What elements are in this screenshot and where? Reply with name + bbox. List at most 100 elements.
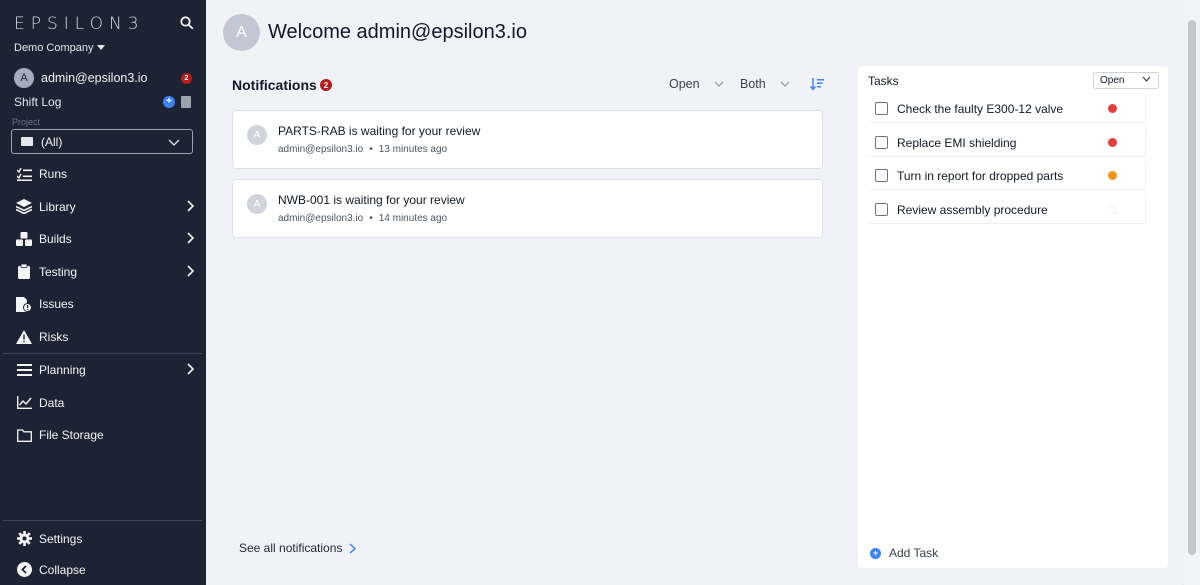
runs-list-icon bbox=[16, 166, 32, 182]
chevron-down-icon bbox=[780, 81, 790, 87]
priority-dot bbox=[1108, 204, 1117, 214]
sidebar-item-testing[interactable]: Testing bbox=[0, 256, 206, 289]
sidebar-item-planning[interactable]: Planning bbox=[0, 354, 206, 387]
notification-meta: admin@epsilon3.io • 13 minutes ago bbox=[278, 144, 448, 155]
sidebar-item-runs[interactable]: Runs bbox=[0, 158, 206, 191]
book-icon[interactable] bbox=[181, 96, 191, 108]
notification-count-badge: 2 bbox=[181, 73, 192, 84]
tasks-filter-select[interactable]: Open bbox=[1093, 72, 1159, 89]
sidebar-item-label: File Storage bbox=[39, 428, 104, 443]
company-switcher[interactable]: Demo Company bbox=[14, 42, 106, 54]
sort-icon[interactable] bbox=[810, 77, 824, 91]
task-label: Replace EMI shielding bbox=[897, 135, 1017, 150]
task-checkbox[interactable] bbox=[875, 202, 888, 216]
sidebar-item-label: Testing bbox=[39, 264, 78, 279]
sidebar-item-data[interactable]: Data bbox=[0, 387, 206, 420]
notification-title: NWB-001 is waiting for your review bbox=[278, 193, 465, 207]
chevron-down-icon bbox=[1142, 76, 1151, 82]
sidebar-item-settings[interactable]: Settings bbox=[0, 523, 206, 554]
shift-log: Shift Log + bbox=[14, 95, 194, 111]
task-label: Review assembly procedure bbox=[897, 202, 1048, 217]
notification-meta: admin@epsilon3.io • 14 minutes ago bbox=[278, 213, 448, 224]
task-checkbox[interactable] bbox=[875, 169, 888, 182]
page-title: Welcome admin@epsilon3.io bbox=[268, 21, 527, 43]
user-email: admin@epsilon3.io bbox=[41, 71, 148, 85]
sidebar-footer: Settings Collapse bbox=[0, 520, 206, 585]
scope-filter-select[interactable]: Both bbox=[740, 77, 790, 91]
sidebar-nav: Runs Library Builds Testing Issues Risks… bbox=[0, 158, 206, 452]
search-icon[interactable] bbox=[180, 16, 196, 32]
chevron-right-icon bbox=[187, 199, 194, 212]
tasks-filter-value: Open bbox=[1100, 75, 1125, 86]
sidebar-item-label: Issues bbox=[39, 297, 74, 312]
avatar: A bbox=[14, 68, 34, 88]
chevron-right-icon bbox=[187, 363, 194, 375]
notification-time: 14 minutes ago bbox=[378, 213, 448, 224]
layers-icon bbox=[16, 199, 32, 215]
plus-circle-icon: + bbox=[870, 547, 881, 559]
priority-dot bbox=[1108, 104, 1117, 113]
scrollbar[interactable] bbox=[1184, 0, 1200, 585]
avatar: A bbox=[247, 125, 267, 145]
notifications-count-badge: 2 bbox=[320, 79, 332, 91]
notification-time: 13 minutes ago bbox=[378, 144, 448, 155]
notification-card[interactable]: A PARTS-RAB is waiting for your review a… bbox=[232, 110, 823, 169]
priority-dot bbox=[1108, 171, 1117, 180]
folder-icon bbox=[16, 427, 32, 443]
scrollbar-thumb[interactable] bbox=[1188, 20, 1196, 555]
notifications-title: Notifications bbox=[232, 77, 317, 93]
user-menu[interactable]: A admin@epsilon3.io 2 bbox=[14, 67, 194, 89]
warning-icon bbox=[16, 329, 32, 345]
menu-icon bbox=[16, 362, 32, 378]
add-task-button[interactable]: + Add Task bbox=[870, 546, 938, 560]
project-value: (All) bbox=[41, 134, 63, 149]
cubes-icon bbox=[16, 231, 32, 247]
app-logo[interactable]: EPSILON3 bbox=[14, 14, 145, 34]
chevron-down-icon bbox=[168, 139, 180, 146]
sidebar-item-label: Planning bbox=[39, 363, 86, 378]
caret-down-icon bbox=[97, 45, 106, 50]
sidebar-item-label: Library bbox=[39, 199, 76, 214]
sidebar-item-builds[interactable]: Builds bbox=[0, 223, 206, 256]
see-all-label: See all notifications bbox=[239, 541, 343, 555]
sidebar-item-issues[interactable]: Issues bbox=[0, 288, 206, 321]
notification-user: admin@epsilon3.io bbox=[278, 144, 364, 155]
shift-log-label[interactable]: Shift Log bbox=[14, 95, 61, 109]
sidebar-item-risks[interactable]: Risks bbox=[0, 321, 206, 354]
priority-dot bbox=[1108, 137, 1117, 147]
sidebar: EPSILON3 Demo Company A admin@epsilon3.i… bbox=[0, 0, 206, 585]
chevron-down-icon bbox=[714, 81, 724, 87]
status-filter-select[interactable]: Open bbox=[669, 77, 724, 91]
scope-filter-value: Both bbox=[740, 77, 766, 91]
sidebar-item-label: Collapse bbox=[39, 562, 86, 577]
sidebar-item-library[interactable]: Library bbox=[0, 191, 206, 224]
notifications-header: Notifications 2 Open Both bbox=[232, 75, 824, 95]
notification-user: admin@epsilon3.io bbox=[278, 213, 364, 224]
chart-line-icon bbox=[16, 395, 32, 411]
nav-divider bbox=[3, 520, 202, 521]
task-row[interactable]: Replace EMI shielding bbox=[868, 128, 1146, 157]
main-content: A Welcome admin@epsilon3.io Notification… bbox=[206, 0, 1184, 585]
see-all-notifications-link[interactable]: See all notifications bbox=[239, 541, 357, 555]
issue-file-icon bbox=[16, 296, 32, 312]
add-shift-log-icon[interactable]: + bbox=[163, 96, 175, 108]
chevron-right-icon bbox=[349, 542, 357, 554]
project-label: Project bbox=[12, 117, 41, 127]
avatar: A bbox=[247, 194, 267, 214]
project-select[interactable]: (All) bbox=[11, 129, 193, 154]
notification-card[interactable]: A NWB-001 is waiting for your review adm… bbox=[232, 179, 823, 238]
folder-icon bbox=[21, 137, 33, 146]
sidebar-item-label: Builds bbox=[39, 232, 72, 247]
sidebar-item-collapse[interactable]: Collapse bbox=[0, 554, 206, 585]
task-row[interactable]: Check the faulty E300-12 valve bbox=[868, 95, 1146, 123]
task-label: Turn in report for dropped parts bbox=[897, 169, 1064, 183]
notification-title: PARTS-RAB is waiting for your review bbox=[278, 124, 481, 138]
task-row[interactable]: Review assembly procedure bbox=[868, 195, 1146, 224]
chevron-right-icon bbox=[187, 232, 194, 244]
sidebar-item-label: Settings bbox=[39, 531, 83, 546]
sidebar-item-file-storage[interactable]: File Storage bbox=[0, 419, 206, 452]
task-checkbox[interactable] bbox=[875, 135, 888, 149]
task-checkbox[interactable] bbox=[875, 102, 888, 115]
task-row[interactable]: Turn in report for dropped parts bbox=[868, 162, 1146, 190]
tasks-panel: Tasks Open Check the faulty E300-12 valv… bbox=[858, 66, 1168, 568]
